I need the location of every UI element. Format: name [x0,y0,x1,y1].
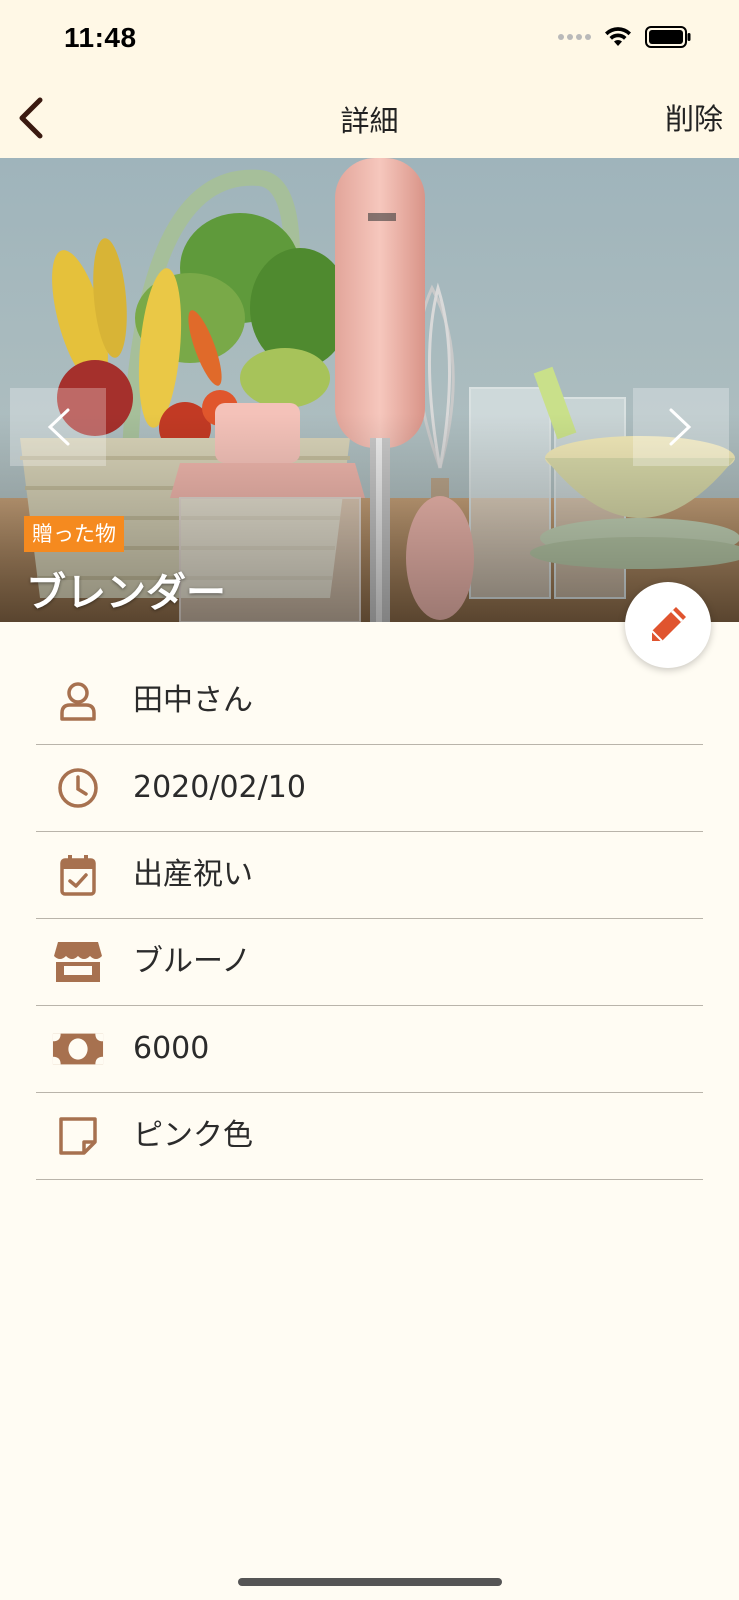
store-text: ブルーノ [133,944,252,979]
detail-row-date: 2020/02/10 [36,745,703,832]
occasion-text: 出産祝い [133,857,253,892]
delete-button[interactable]: 削除 [665,96,723,138]
detail-row-memo: ピンク色 [36,1093,703,1180]
edit-button[interactable] [625,582,711,668]
date-text: 2020/02/10 [133,770,306,805]
detail-list: 田中さん 2020/02/10 出産祝い ブルーノ 6000 ピンク色 [36,658,703,1180]
pencil-icon [651,607,686,642]
previous-photo-button[interactable] [10,388,106,466]
navigation-bar: 詳細 削除 [0,78,739,158]
sticky-note-icon [52,1113,104,1159]
page-title: 詳細 [340,104,399,138]
battery-icon [645,26,691,48]
blender-photo [0,158,739,622]
status-icons [557,26,691,48]
status-bar: 11:48 [0,0,739,78]
store-icon [52,939,104,985]
detail-row-price: 6000 [36,1006,703,1093]
wifi-icon [605,27,631,46]
recipient-text: 田中さん [133,683,253,718]
memo-text: ピンク色 [133,1118,253,1153]
category-badge: 贈った物 [24,516,124,552]
detail-row-store: ブルーノ [36,919,703,1006]
person-icon [52,678,104,724]
money-icon [52,1026,104,1072]
home-indicator[interactable] [238,1578,502,1586]
detail-row-occasion: 出産祝い [36,832,703,919]
price-text: 6000 [133,1031,210,1066]
chevron-left-icon [47,408,70,446]
signal-icon [558,34,591,40]
clock-icon [52,765,104,811]
chevron-right-icon [669,408,692,446]
next-photo-button[interactable] [633,388,729,466]
detail-row-recipient: 田中さん [36,658,703,745]
item-photo-carousel: 贈った物 ブレンダー [0,158,739,622]
item-name: ブレンダー [26,570,226,616]
calendar-check-icon [52,852,104,898]
status-time: 11:48 [64,22,137,53]
